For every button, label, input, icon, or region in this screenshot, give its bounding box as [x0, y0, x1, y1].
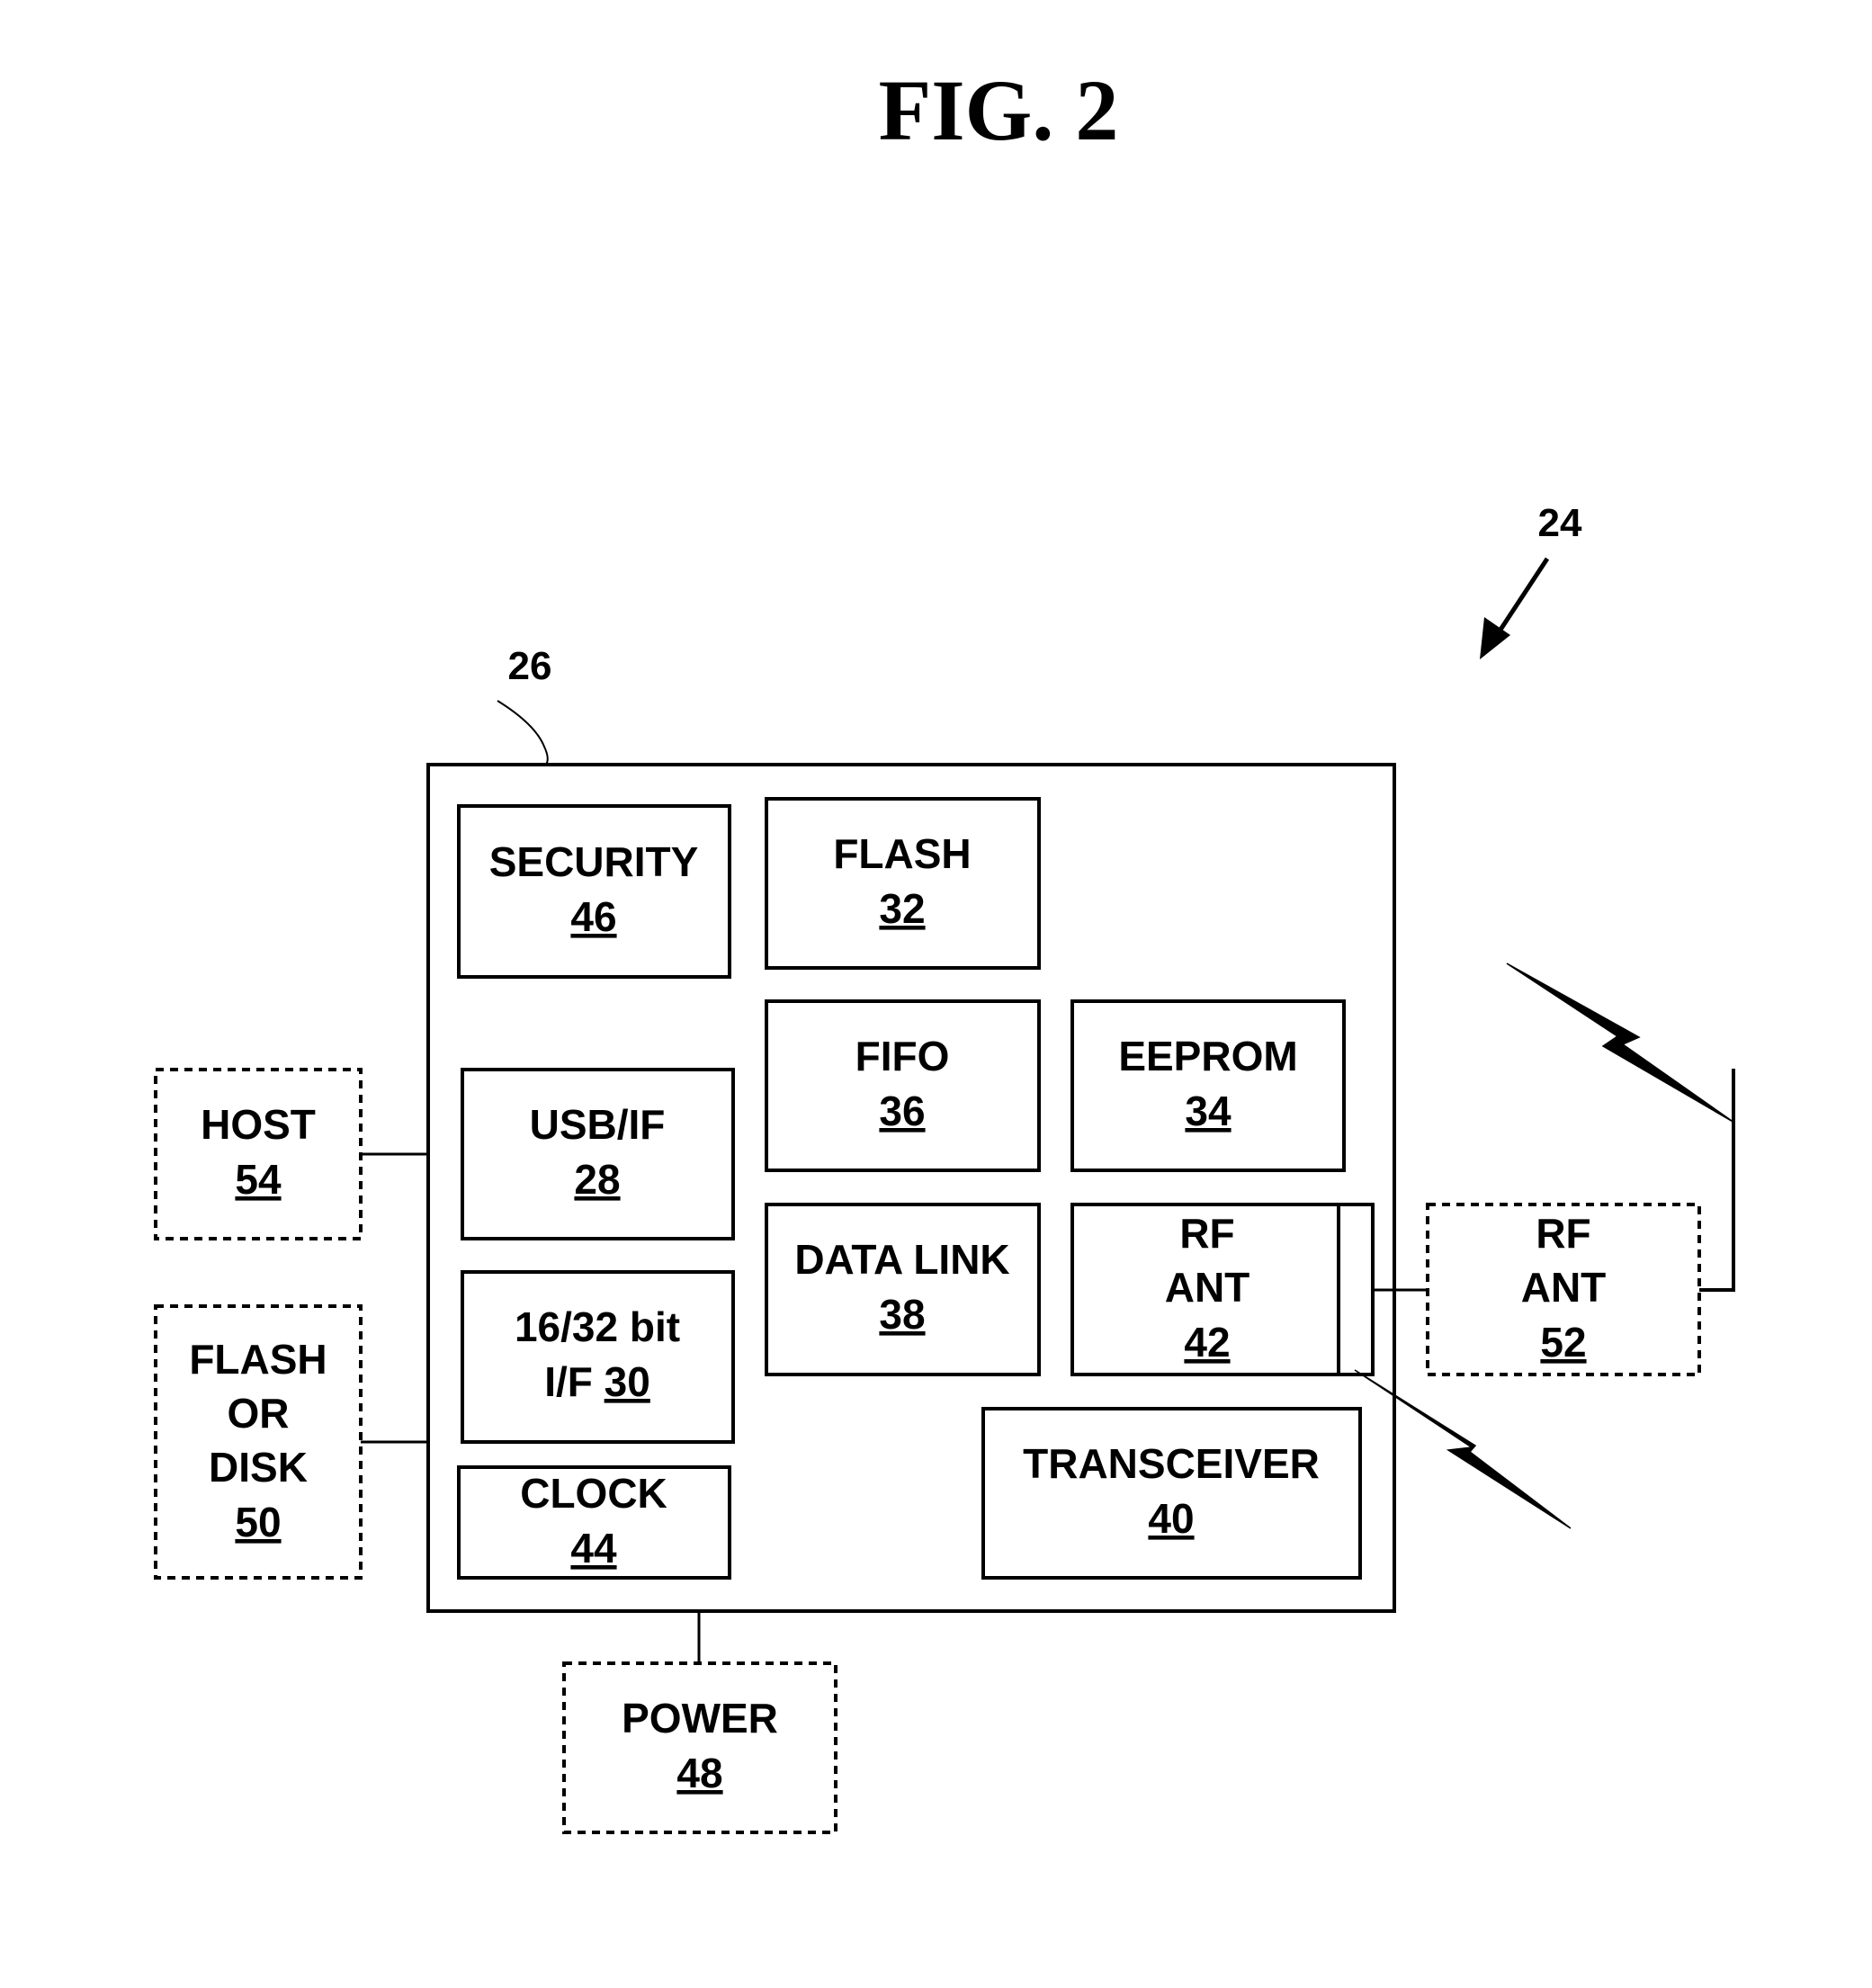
block-usb-if: USB/IF 28 — [461, 1068, 735, 1240]
block-transceiver-number: 40 — [1148, 1495, 1194, 1542]
block-clock: CLOCK 44 — [457, 1465, 731, 1580]
external-power: POWER 48 — [562, 1661, 837, 1834]
block-eeprom-number: 34 — [1185, 1088, 1232, 1134]
block-flash-label: FLASH — [833, 830, 971, 877]
block-16-32-bit-if-label-line1: 16/32 bit — [515, 1303, 680, 1350]
block-fifo-number: 36 — [879, 1088, 925, 1134]
block-usb-if-number: 28 — [574, 1156, 620, 1203]
external-rf-ant: RF ANT 52 — [1426, 1203, 1701, 1376]
external-flash-or-disk-label-line1: FLASH — [189, 1336, 327, 1383]
block-diagram: FIG. 2 24 26 SECURITY 46 FLASH 32 FIFO 3… — [154, 62, 1735, 1834]
external-flash-or-disk-number: 50 — [235, 1499, 281, 1545]
block-rf-ant-internal-label-line2: ANT — [1165, 1264, 1250, 1311]
block-16-32-bit-if: 16/32 bit I/F 30 — [461, 1270, 735, 1444]
block-data-link-number: 38 — [879, 1291, 925, 1338]
block-16-32-bit-if-number: 30 — [605, 1358, 650, 1405]
external-flash-or-disk-label-line2: OR — [228, 1390, 290, 1437]
external-host-label: HOST — [201, 1101, 316, 1148]
block-fifo-label: FIFO — [855, 1033, 950, 1079]
block-security: SECURITY 46 — [457, 804, 731, 979]
reference-arrow-icon — [1480, 557, 1550, 659]
block-fifo: FIFO 36 — [765, 999, 1041, 1172]
block-data-link-label: DATA LINK — [794, 1236, 1009, 1283]
block-rf-ant-internal: RF ANT 42 — [1070, 1203, 1375, 1376]
external-rf-ant-label-line1: RF — [1536, 1210, 1590, 1257]
external-flash-or-disk: FLASH OR DISK 50 — [154, 1304, 363, 1580]
block-clock-number: 44 — [570, 1525, 617, 1572]
external-host-number: 54 — [235, 1156, 282, 1203]
external-power-number: 48 — [676, 1750, 722, 1796]
external-power-label: POWER — [622, 1695, 778, 1742]
block-clock-label: CLOCK — [520, 1470, 667, 1517]
block-eeprom: EEPROM 34 — [1070, 999, 1346, 1172]
reference-label-26: 26 — [508, 644, 552, 688]
block-flash: FLASH 32 — [765, 797, 1041, 970]
figure-title: FIG. 2 — [879, 62, 1119, 158]
block-data-link: DATA LINK 38 — [765, 1203, 1041, 1376]
block-rf-ant-internal-label-line1: RF — [1179, 1210, 1234, 1257]
block-usb-if-label: USB/IF — [530, 1101, 666, 1148]
block-security-number: 46 — [570, 893, 616, 940]
lightning-bolt-lower-icon — [1354, 1369, 1572, 1529]
block-transceiver-label: TRANSCEIVER — [1023, 1440, 1320, 1487]
external-flash-or-disk-label-line3: DISK — [209, 1444, 308, 1491]
block-security-label: SECURITY — [489, 838, 699, 885]
external-rf-ant-label-line2: ANT — [1521, 1264, 1607, 1311]
external-rf-ant-number: 52 — [1540, 1319, 1586, 1366]
block-rf-ant-internal-number: 42 — [1184, 1319, 1230, 1366]
block-flash-number: 32 — [879, 885, 925, 932]
block-transceiver: TRANSCEIVER 40 — [981, 1407, 1362, 1580]
block-16-32-bit-if-prefix: I/F — [544, 1358, 593, 1405]
lightning-bolt-upper-icon — [1506, 963, 1735, 1124]
block-16-32-bit-if-label-line2: I/F 30 — [544, 1358, 650, 1405]
external-host: HOST 54 — [154, 1068, 363, 1240]
block-eeprom-label: EEPROM — [1118, 1033, 1297, 1079]
reference-label-24: 24 — [1538, 501, 1582, 545]
reference-leader-26 — [497, 700, 549, 766]
